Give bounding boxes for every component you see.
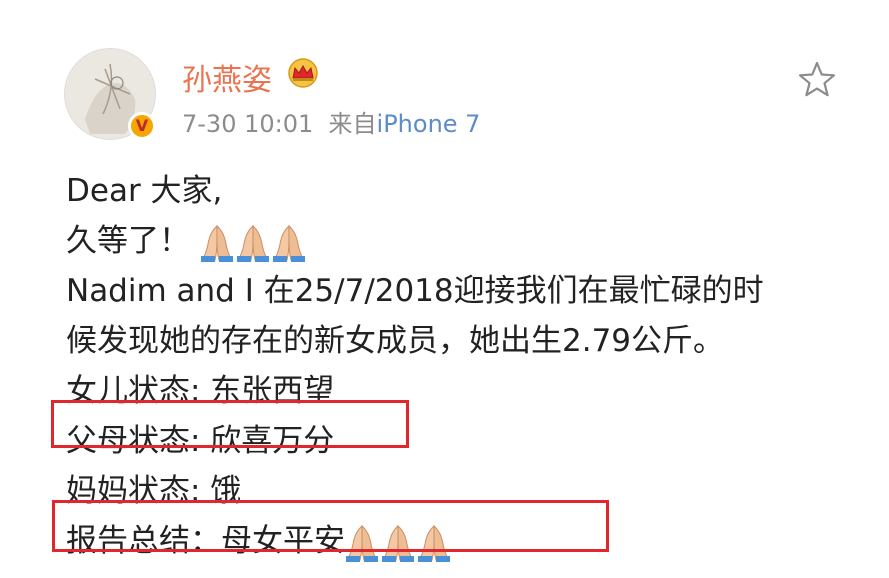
folded-hands-icon	[200, 224, 233, 262]
crown-icon	[288, 58, 318, 88]
highlight-box-parents-status	[51, 400, 409, 448]
timestamp[interactable]: 7-30 10:01	[182, 110, 313, 138]
username[interactable]: 孙燕姿	[182, 55, 272, 99]
folded-hands-icon	[272, 224, 305, 262]
content-line-1: Dear 大家,	[66, 173, 223, 209]
source-device[interactable]: iPhone 7	[377, 110, 481, 138]
content-line-2: 久等了！	[66, 216, 866, 266]
highlight-box-summary	[52, 500, 609, 552]
source-prefix: 来自	[328, 110, 377, 138]
content-line-2-text: 久等了！	[66, 223, 190, 259]
star-icon[interactable]	[797, 60, 837, 98]
content-line-3: Nadim and I 在25/7/2018迎接我们在最忙碌的时	[66, 273, 764, 309]
folded-hands-icon	[236, 224, 269, 262]
verified-badge: V	[128, 112, 156, 140]
post-meta: 7-30 10:01 来自iPhone 7	[182, 104, 480, 139]
content-line-4: 候发现她的存在的新女成员，她出生2.79公斤。	[66, 323, 725, 359]
